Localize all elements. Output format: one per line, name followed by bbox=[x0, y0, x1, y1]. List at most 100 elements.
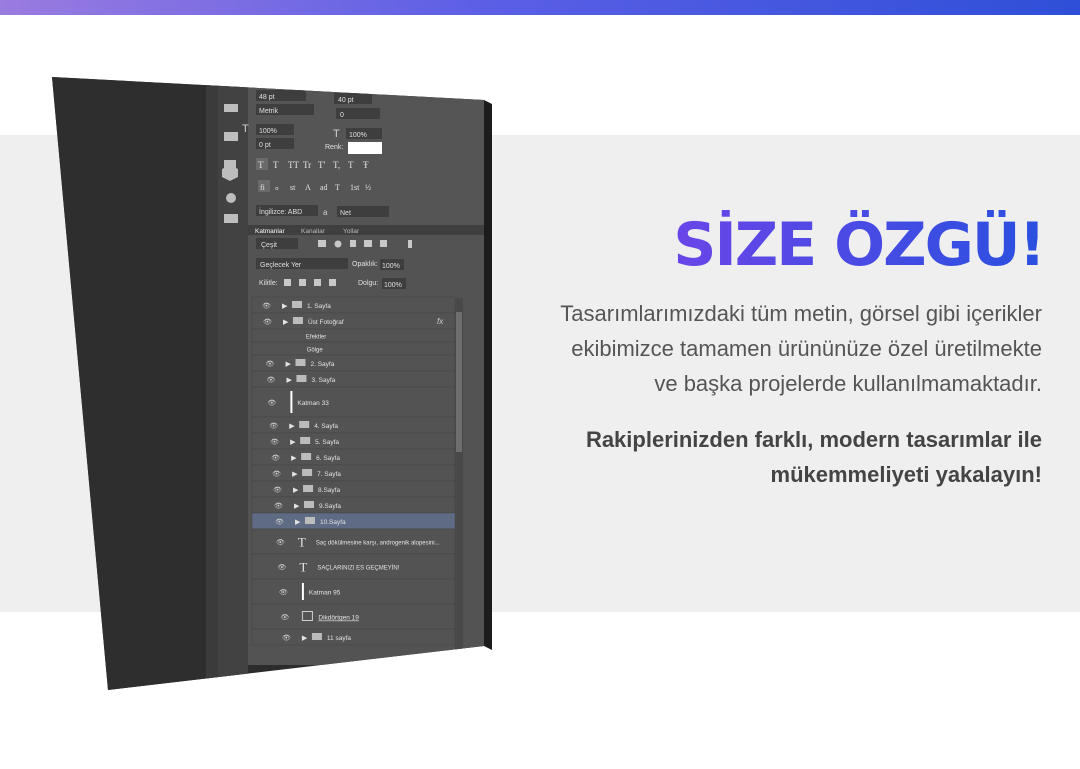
lock-pixels-icon[interactable] bbox=[284, 279, 291, 286]
brush-icon[interactable] bbox=[226, 193, 236, 203]
tab-kanallar[interactable]: Kanallar bbox=[301, 228, 326, 235]
text-style-label: T, bbox=[333, 160, 340, 170]
visibility-eye-icon[interactable]: 👁 bbox=[274, 502, 283, 510]
grid-tool-icon[interactable] bbox=[224, 214, 238, 223]
layer-row[interactable]: 👁 Katman 95 bbox=[251, 578, 456, 605]
layer-row[interactable]: Gölge bbox=[251, 341, 456, 356]
visibility-eye-icon[interactable]: 👁 bbox=[276, 539, 285, 547]
layer-row[interactable]: 👁 ▶ 9.Sayfa bbox=[251, 496, 456, 514]
visibility-eye-icon[interactable]: 👁 bbox=[280, 614, 289, 622]
expand-arrow-icon[interactable]: ▶ bbox=[286, 377, 292, 384]
layer-row[interactable]: 👁 ▶ 6. Sayfa bbox=[251, 448, 456, 466]
hscale-value: 100% bbox=[349, 132, 367, 139]
lock-move-icon[interactable] bbox=[314, 279, 321, 286]
layer-name: Katman 95 bbox=[309, 590, 341, 597]
text-layer-icon: T bbox=[299, 560, 307, 575]
layer-name: 11 sayfa bbox=[327, 635, 351, 642]
tab-yollar[interactable]: Yollar bbox=[343, 228, 360, 235]
expand-arrow-icon[interactable]: ▶ bbox=[302, 635, 308, 642]
visibility-eye-icon[interactable]: 👁 bbox=[271, 454, 280, 462]
color-swatch[interactable] bbox=[348, 142, 382, 154]
shape-filter-icon[interactable] bbox=[364, 240, 372, 247]
expand-arrow-icon[interactable]: ▶ bbox=[291, 455, 297, 462]
layer-row-bg bbox=[251, 386, 456, 418]
layer-row-bg bbox=[251, 328, 456, 343]
layer-row[interactable]: Efektler bbox=[251, 328, 456, 343]
expand-arrow-icon[interactable]: ▶ bbox=[294, 503, 300, 510]
visibility-eye-icon[interactable]: 👁 bbox=[266, 376, 275, 384]
highlight-line: mükemmeliyeti yakalayın! bbox=[770, 462, 1042, 487]
layers-scroll-thumb[interactable] bbox=[456, 312, 462, 452]
pixel-filter-icon[interactable] bbox=[318, 240, 326, 247]
text-style-label: T bbox=[348, 160, 354, 170]
description-line: ve başka projelerde kullanılmamaktadır. bbox=[654, 371, 1042, 396]
headline: SİZE ÖZGÜ! bbox=[673, 210, 1046, 280]
visibility-eye-icon[interactable]: 👁 bbox=[263, 318, 272, 326]
expand-arrow-icon[interactable]: ▶ bbox=[293, 487, 299, 494]
effect-name: Efektler bbox=[306, 335, 326, 341]
layer-row[interactable]: 👁 ▶ 5. Sayfa bbox=[251, 432, 456, 450]
layer-row[interactable]: 👁 ▶ 2. Sayfa bbox=[251, 354, 456, 372]
lock-paint-icon[interactable] bbox=[299, 279, 306, 286]
vscale-value: 100% bbox=[259, 128, 277, 135]
visibility-eye-icon[interactable]: 👁 bbox=[269, 422, 278, 430]
expand-arrow-icon[interactable]: ▶ bbox=[289, 423, 295, 430]
layer-name: 3. Sayfa bbox=[311, 377, 335, 384]
opacity-value: 100% bbox=[382, 263, 400, 270]
highlight-line: Rakiplerinizden farklı, modern tasarımla… bbox=[585, 427, 1042, 452]
visibility-eye-icon[interactable]: 👁 bbox=[270, 438, 279, 446]
opentype-label: T bbox=[335, 183, 340, 192]
layer-name: 2. Sayfa bbox=[310, 361, 334, 368]
expand-arrow-icon[interactable]: ▶ bbox=[290, 439, 296, 446]
visibility-eye-icon[interactable]: 👁 bbox=[282, 634, 291, 642]
opentype-label: ad bbox=[320, 183, 328, 192]
folder-icon bbox=[300, 437, 311, 444]
layer-row[interactable]: 👁 ▶ 7. Sayfa bbox=[251, 464, 456, 482]
layer-row-bg bbox=[251, 480, 456, 498]
tracking-value: 0 bbox=[340, 112, 344, 119]
layer-row[interactable]: 👁 ▶ Üst Fotoğraf bbox=[251, 312, 456, 330]
layer-row[interactable]: 👁 ▶ 3. Sayfa bbox=[251, 370, 456, 388]
layer-row[interactable]: 👁 Dikdörtgen 19 bbox=[251, 603, 456, 630]
layer-row[interactable]: 👁 Katman 33 bbox=[251, 386, 456, 418]
folder-icon bbox=[296, 375, 307, 382]
layer-row[interactable]: 👁 ▶ 1. Sayfa bbox=[251, 296, 456, 314]
visibility-eye-icon[interactable]: 👁 bbox=[265, 360, 274, 368]
filter-toggle[interactable] bbox=[408, 240, 412, 248]
layer-row[interactable]: 👁 ▶ 11 sayfa bbox=[251, 628, 456, 646]
layer-row[interactable]: 👁 ▶ 10.Sayfa bbox=[251, 512, 456, 530]
layer-row[interactable]: 👁 T Saç dökülmesine karşı, androgenik alop… bbox=[251, 528, 456, 555]
antialias-value: Net bbox=[340, 210, 351, 217]
layer-row[interactable]: 👁 T SAÇLARINIZI ES GEÇMEYİN! bbox=[251, 553, 456, 580]
layer-row[interactable]: 👁 ▶ 4. Sayfa bbox=[251, 416, 456, 434]
type-tool-icon[interactable] bbox=[224, 132, 238, 141]
visibility-eye-icon[interactable]: 👁 bbox=[272, 470, 281, 478]
adjustment-filter-icon[interactable] bbox=[334, 240, 342, 248]
tab-katmanlar[interactable]: Katmanlar bbox=[255, 228, 285, 235]
layer-row-bg bbox=[251, 354, 456, 372]
visibility-eye-icon[interactable]: 👁 bbox=[277, 564, 286, 572]
visibility-eye-icon[interactable]: 👁 bbox=[267, 399, 276, 407]
blend-mode-value: Geçlecek Yer bbox=[260, 262, 302, 269]
visibility-eye-icon[interactable]: 👁 bbox=[273, 486, 282, 494]
expand-arrow-icon[interactable]: ▶ bbox=[283, 319, 289, 326]
lock-label: Kilitle: bbox=[259, 280, 278, 287]
expand-arrow-icon[interactable]: ▶ bbox=[295, 519, 301, 526]
fill-value: 100% bbox=[384, 282, 402, 289]
type-filter-icon[interactable] bbox=[350, 240, 356, 247]
layer-thumbnail bbox=[301, 583, 304, 600]
layer-row-bg bbox=[251, 416, 456, 434]
expand-arrow-icon[interactable]: ▶ bbox=[285, 361, 291, 368]
visibility-eye-icon[interactable]: 👁 bbox=[279, 589, 288, 597]
expand-arrow-icon[interactable]: ▶ bbox=[282, 303, 288, 310]
smart-filter-icon[interactable] bbox=[380, 240, 387, 247]
layer-list: 👁 ▶ 1. Sayfa 👁 ▶ Üst Fotoğraf Efektler Gölge 👁 ▶ 2… bbox=[251, 296, 456, 646]
layer-row[interactable]: 👁 ▶ 8.Sayfa bbox=[251, 480, 456, 498]
visibility-eye-icon[interactable]: 👁 bbox=[262, 302, 271, 310]
text-style-label: TT bbox=[288, 160, 299, 170]
visibility-eye-icon[interactable]: 👁 bbox=[275, 518, 284, 526]
lock-all-icon[interactable] bbox=[329, 279, 336, 286]
layer-name: 10.Sayfa bbox=[320, 519, 346, 526]
align-tool-icon[interactable] bbox=[224, 104, 238, 112]
expand-arrow-icon[interactable]: ▶ bbox=[292, 471, 298, 478]
